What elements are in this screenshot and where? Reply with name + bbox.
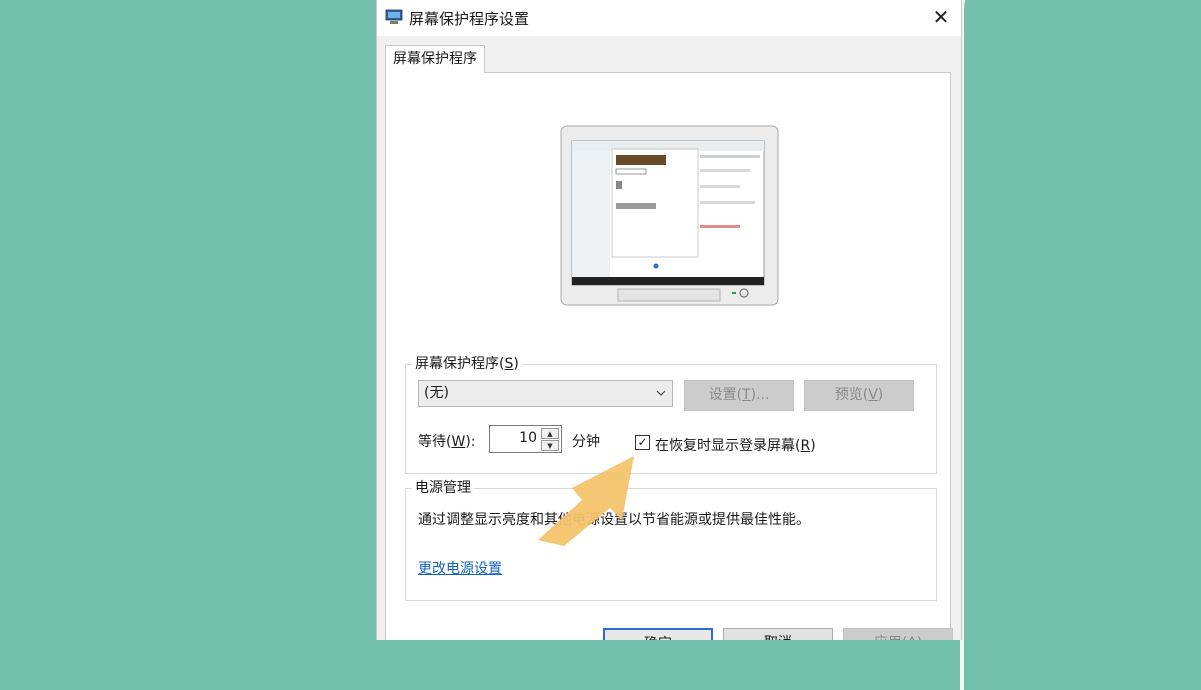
annotation-arrow (538, 456, 634, 546)
power-management-group: 电源管理 通过调整显示亮度和其他电源设置以节省能源或提供最佳性能。 更改电源设置 (405, 479, 937, 601)
wait-minutes-value: 10 (519, 430, 537, 446)
apply-button[interactable]: 应用(A) (843, 628, 953, 640)
preview-button[interactable]: 预览(V) (804, 380, 914, 411)
screensaver-settings-dialog: 屏幕保护程序设置 ✕ 屏幕保护程序 屏幕保护程序(S) (无) 设置(T)...… (376, 0, 962, 640)
change-power-settings-link[interactable]: 更改电源设置 (418, 558, 502, 578)
checkmark-icon: ✓ (637, 435, 648, 449)
logon-screen-label[interactable]: 在恢复时显示登录屏幕(R) (655, 435, 816, 455)
screensaver-monitor-icon (385, 9, 403, 24)
screensaver-group-label: 屏幕保护程序(S) (412, 355, 522, 373)
chevron-down-icon (656, 381, 666, 415)
close-icon: ✕ (932, 5, 950, 29)
tab-screensaver[interactable]: 屏幕保护程序 (385, 45, 485, 73)
wait-label: 等待(W): (418, 434, 476, 450)
selected-screensaver: (无) (424, 385, 449, 401)
background-window-edge (960, 0, 1201, 690)
monitor-preview (560, 125, 779, 306)
cancel-button[interactable]: 取消 (723, 628, 833, 640)
ok-button[interactable]: 确定 (603, 628, 713, 640)
screensaver-group: 屏幕保护程序(S) (无) 设置(T)... 预览(V) 等待(W): 10 ▲… (405, 355, 937, 474)
screensaver-select[interactable]: (无) (418, 380, 673, 407)
settings-button[interactable]: 设置(T)... (684, 380, 794, 411)
tab-panel: 屏幕保护程序(S) (无) 设置(T)... 预览(V) 等待(W): 10 ▲… (385, 72, 951, 640)
title-bar: 屏幕保护程序设置 ✕ (377, 0, 961, 36)
close-button[interactable]: ✕ (923, 2, 959, 32)
window-title: 屏幕保护程序设置 (409, 10, 530, 28)
power-group-label: 电源管理 (412, 479, 474, 497)
stepper-up-button[interactable]: ▲ (541, 428, 559, 439)
tab-label: 屏幕保护程序 (393, 51, 477, 67)
